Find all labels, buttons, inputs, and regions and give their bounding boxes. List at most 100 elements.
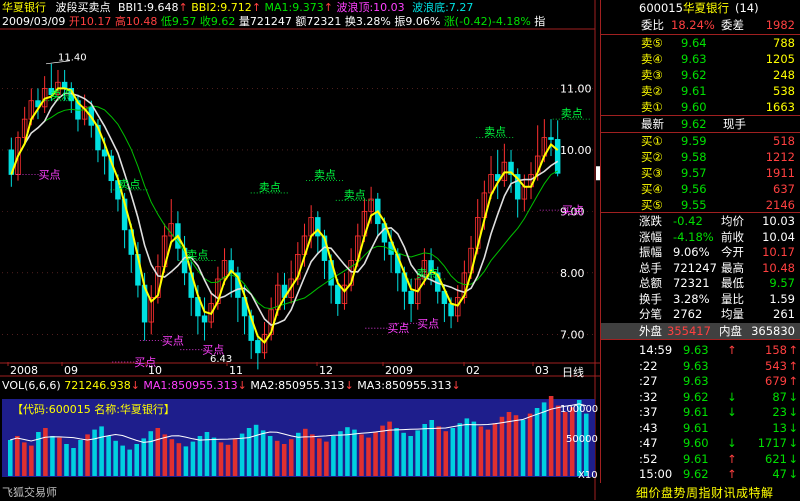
stat-label: 涨跌 bbox=[639, 214, 662, 228]
stat-value: 10.48 bbox=[762, 260, 795, 275]
x-tick-label: 2009 bbox=[385, 364, 413, 377]
volume-bar bbox=[422, 424, 427, 476]
volume-bar bbox=[478, 426, 484, 476]
tick-time: :43 bbox=[639, 420, 658, 435]
volume-bar bbox=[204, 432, 210, 476]
last-value: 9.62 bbox=[681, 117, 707, 131]
footer-app-name: 飞狐交易师 bbox=[2, 486, 57, 499]
volume-bar bbox=[310, 434, 315, 476]
bottom-tabs[interactable]: 细价盘势周指财讯成特解 bbox=[636, 484, 774, 501]
tick-direction-icon: ↓ bbox=[788, 420, 798, 435]
stat-label: 振幅 bbox=[639, 245, 662, 259]
ask-label: 卖② bbox=[641, 84, 663, 98]
ma1-value: MA1:9.373 bbox=[264, 1, 324, 14]
date-value: 2009/03/09 bbox=[2, 15, 66, 28]
volume-bar bbox=[99, 426, 104, 476]
volume-bar bbox=[148, 431, 154, 476]
candle-body bbox=[448, 303, 454, 317]
volume-bar bbox=[29, 445, 34, 476]
volume-bar bbox=[232, 439, 238, 476]
volume-bar bbox=[260, 430, 266, 476]
bid-price: 9.56 bbox=[681, 182, 707, 196]
tick-price: 9.60 bbox=[683, 436, 709, 450]
sell-point-label: 卖点 bbox=[50, 89, 72, 102]
tick-arrow: ↑ bbox=[727, 451, 737, 466]
volume-bar bbox=[464, 418, 470, 476]
volume-bar bbox=[443, 431, 449, 476]
volume-bar bbox=[513, 415, 519, 476]
tick-row: :43 9.61 13 ↓ bbox=[601, 420, 800, 436]
vol-info: 【代码:600015 名称:华夏银行】 bbox=[12, 403, 175, 416]
volume-bar bbox=[141, 438, 147, 476]
x-tick-label: 02 bbox=[466, 364, 480, 377]
ask-volume: 248 bbox=[773, 68, 795, 82]
stat-label: 涨幅 bbox=[639, 229, 662, 244]
inner-value: 365830 bbox=[751, 324, 795, 338]
tick-row: 14:59 9.63 ↑ 158 ↑ bbox=[601, 342, 800, 358]
volume-bar bbox=[527, 413, 533, 476]
stat-value: 10.03 bbox=[762, 214, 795, 228]
stat-label: 量比 bbox=[721, 291, 744, 306]
ask-price: 9.60 bbox=[681, 100, 707, 114]
bid-row: 买④ 9.56 637 bbox=[601, 181, 800, 197]
volume-bar bbox=[106, 436, 111, 476]
bbi2-value: BBI2:9.712 bbox=[191, 1, 252, 14]
stock-title: 华夏银行 bbox=[2, 1, 46, 14]
tick-price: 9.63 bbox=[683, 374, 709, 388]
stat-value: -0.42 bbox=[673, 214, 703, 228]
candle-body bbox=[554, 139, 561, 174]
y-tick-label: 10.00 bbox=[560, 144, 592, 157]
stat-row: 分笔 2762 均量 261 bbox=[601, 306, 800, 322]
stat-label: 均价 bbox=[721, 214, 744, 228]
bid-label: 买③ bbox=[641, 166, 663, 180]
tick-direction-icon: ↓ bbox=[788, 467, 798, 481]
volume-bar bbox=[274, 440, 280, 476]
ask-volume: 1663 bbox=[765, 100, 795, 114]
ask-price: 9.63 bbox=[681, 52, 707, 66]
bid-label: 买① bbox=[641, 134, 663, 148]
volume-bar bbox=[134, 444, 139, 476]
amount-value: 额72321 bbox=[295, 15, 342, 28]
ask-row: 卖① 9.60 1663 bbox=[601, 99, 800, 115]
ask-row: 卖⑤ 9.64 788 bbox=[601, 35, 800, 51]
tick-row: 15:00 9.62 ↑ 47 ↓ bbox=[601, 466, 800, 482]
volume-bar bbox=[8, 440, 13, 476]
tick-direction-icon: ↓ bbox=[788, 405, 798, 419]
volume-bar bbox=[267, 436, 273, 476]
tick-time: :22 bbox=[639, 358, 658, 373]
tick-price: 9.63 bbox=[683, 358, 709, 373]
stat-value: 261 bbox=[773, 307, 795, 321]
candle-body bbox=[255, 340, 261, 354]
vol-name: VOL(6,6,6) bbox=[2, 379, 61, 392]
tick-direction-icon: ↑ bbox=[788, 374, 798, 388]
tick-price: 9.62 bbox=[683, 467, 709, 481]
sell-point-label: 卖点 bbox=[186, 249, 208, 262]
tick-row: :47 9.60 ↓ 1717 ↓ bbox=[601, 435, 800, 451]
volume-bar bbox=[303, 428, 308, 476]
tick-price: 9.61 bbox=[683, 405, 709, 419]
tick-volume: 679 bbox=[765, 374, 787, 388]
vol-ma2: MA2:850955.313 bbox=[250, 379, 345, 392]
bottom-tab-bar[interactable]: 细价盘势周指财讯成特解 bbox=[600, 483, 800, 500]
volume-bar bbox=[534, 408, 540, 476]
volume-bar bbox=[366, 437, 371, 476]
more-label: 指 bbox=[534, 15, 546, 28]
period-label[interactable]: 日线 bbox=[562, 366, 584, 379]
webi-label: 委比 bbox=[641, 18, 664, 32]
bid-label: 买④ bbox=[641, 182, 663, 196]
sell-point-label: 卖点 bbox=[561, 107, 583, 120]
volume-bar bbox=[176, 443, 182, 476]
quote-suffix: (14) bbox=[735, 1, 759, 15]
volume-value: 量721247 bbox=[238, 15, 292, 28]
change-value: 涨(-0.42)-4.18% bbox=[443, 15, 531, 28]
tick-arrow: ↑ bbox=[727, 467, 737, 481]
price-chart[interactable]: 11.0010.009.008.007.00买点买点买点买点买点 买点买点卖点卖点… bbox=[0, 0, 600, 500]
volume-bar bbox=[92, 429, 97, 476]
ask-volume: 1205 bbox=[765, 52, 795, 66]
stat-value: 10.17 bbox=[762, 245, 795, 259]
tick-row: :22 9.63 543 ↑ bbox=[601, 358, 800, 374]
candle-body bbox=[408, 290, 414, 304]
volume-bar bbox=[169, 439, 175, 476]
volume-bar bbox=[295, 432, 301, 476]
volume-bar bbox=[471, 421, 477, 476]
